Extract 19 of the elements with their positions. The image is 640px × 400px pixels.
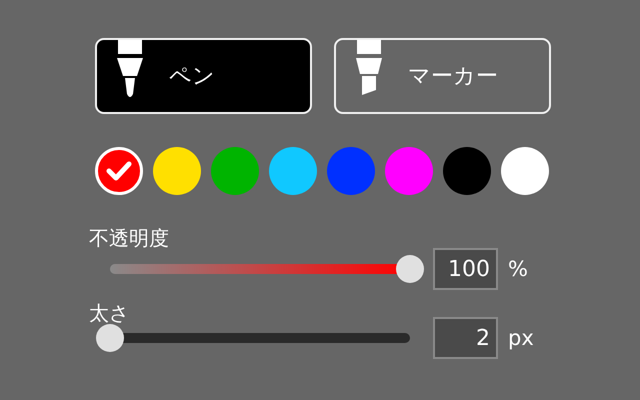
color-swatch[interactable]	[95, 147, 143, 195]
value-field[interactable]: 100	[433, 248, 498, 290]
color-swatch[interactable]	[153, 147, 201, 195]
color-swatch[interactable]	[385, 147, 433, 195]
color-swatch[interactable]	[443, 147, 491, 195]
tool-button[interactable]: ペン	[95, 38, 312, 114]
check-icon	[106, 161, 132, 181]
value-field[interactable]: 2	[433, 317, 498, 359]
color-swatch[interactable]	[501, 147, 549, 195]
color-swatch[interactable]	[327, 147, 375, 195]
color-swatch[interactable]	[269, 147, 317, 195]
color-swatch[interactable]	[211, 147, 259, 195]
tool-button[interactable]: マーカー	[334, 38, 551, 114]
unit-label: px	[508, 326, 534, 350]
slider-thumb[interactable]	[96, 324, 124, 352]
slider-thumb[interactable]	[396, 255, 424, 283]
slider-label: 不透明度	[89, 225, 170, 252]
slider-label: 太さ	[89, 300, 130, 327]
unit-label: %	[508, 257, 528, 281]
